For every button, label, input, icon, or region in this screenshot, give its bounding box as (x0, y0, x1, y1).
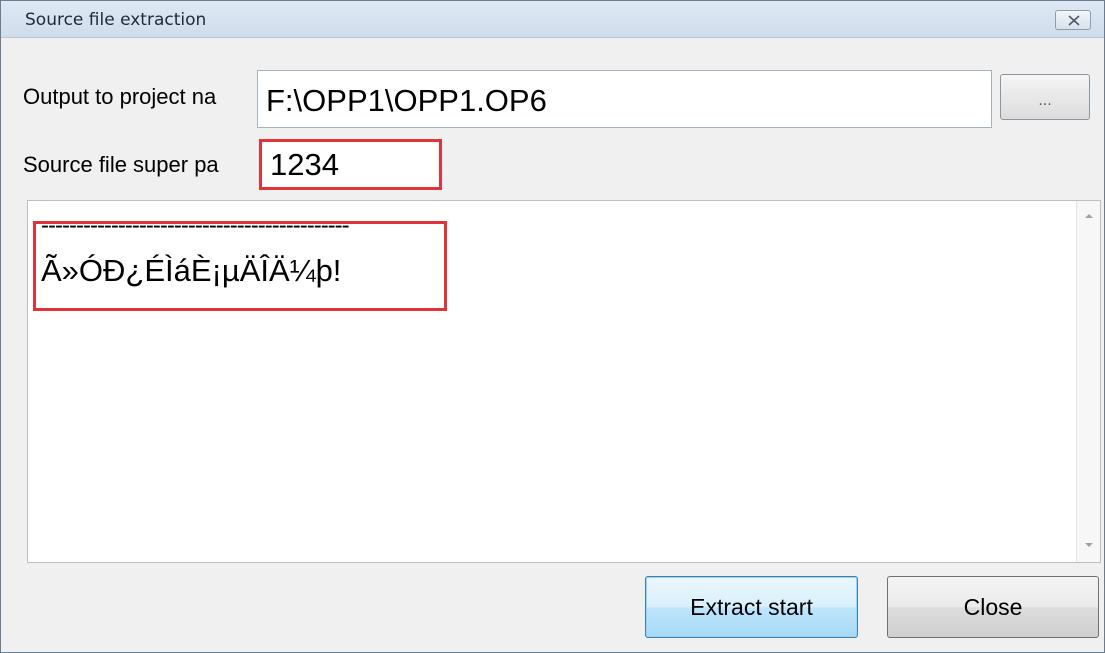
window-title: Source file extraction (25, 10, 207, 30)
output-project-label: Output to project na (23, 84, 217, 109)
scroll-up-icon[interactable] (1083, 211, 1095, 221)
dialog-window: Source file extraction Output to project… (0, 0, 1105, 653)
browse-button[interactable]: ... (1000, 74, 1090, 120)
super-password-input[interactable] (259, 139, 442, 190)
super-password-label: Source file super pa (23, 152, 219, 177)
vertical-scrollbar[interactable] (1076, 201, 1100, 562)
window-close-button[interactable] (1055, 10, 1091, 30)
log-highlight-box (33, 221, 447, 311)
scroll-down-icon[interactable] (1083, 540, 1095, 550)
close-button[interactable]: Close (887, 576, 1099, 638)
output-project-input[interactable] (257, 70, 992, 128)
extract-start-button[interactable]: Extract start (645, 576, 858, 638)
close-icon (1068, 15, 1080, 26)
title-bar[interactable]: Source file extraction (1, 1, 1104, 38)
